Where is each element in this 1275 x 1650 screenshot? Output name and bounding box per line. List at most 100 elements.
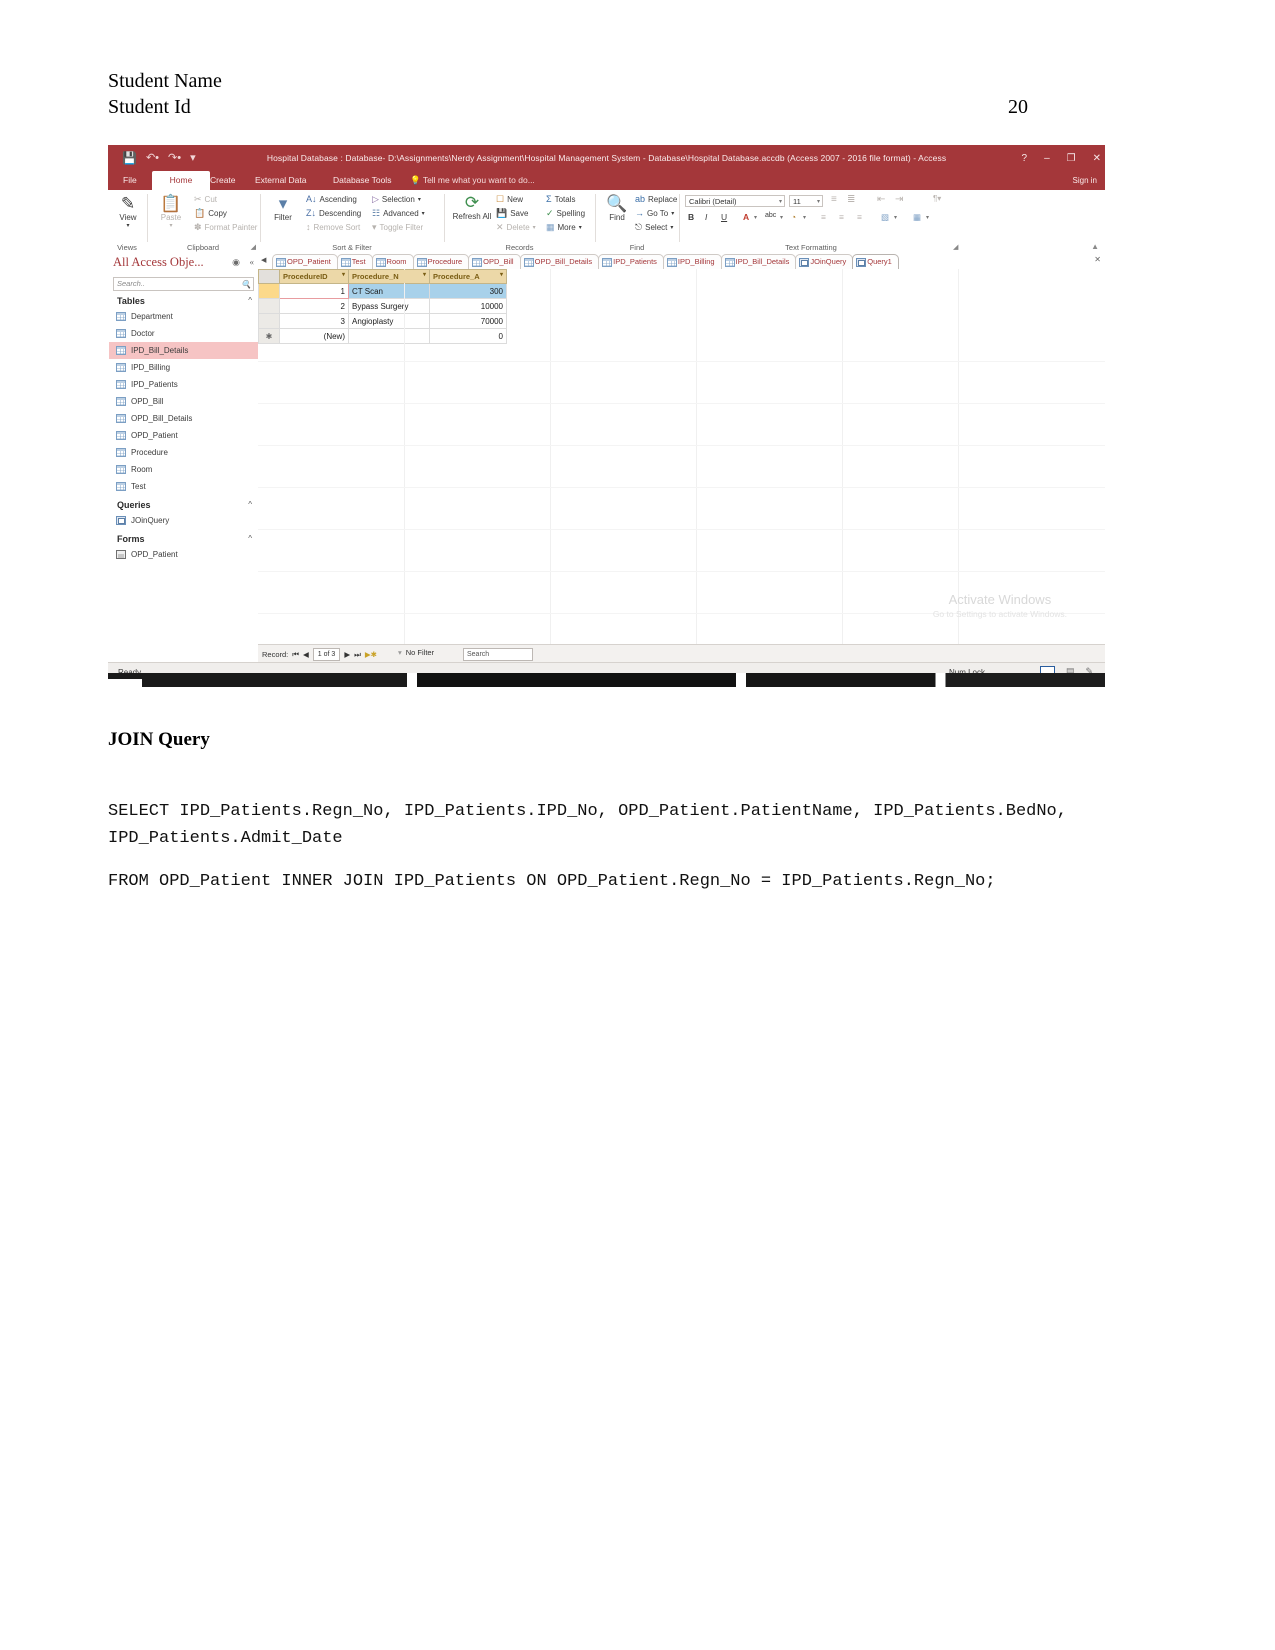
spelling-button[interactable]: ✓ Spelling [546,209,585,219]
doc-tab-room[interactable]: Room [371,254,414,269]
nav-group-tables[interactable]: Tables ^ [109,294,258,308]
nav-item-ipd-billing[interactable]: IPD_Billing [109,359,258,376]
remove-sort-button[interactable]: ↕ Remove Sort [306,223,360,233]
paste-button[interactable]: 📋 Paste ▾ [154,194,188,229]
last-record-button[interactable]: ⏭ [354,650,361,660]
font-name-combobox[interactable]: Calibri (Detail) ▾ [685,195,785,207]
text-highlight-button[interactable]: abc [765,212,776,219]
restore-button[interactable]: ❐ [1067,153,1076,164]
ascending-button[interactable]: A↓ Ascending [306,195,357,205]
save-record-button[interactable]: 💾 Save [496,209,528,219]
toggle-filter-button[interactable]: ▾ Toggle Filter [372,223,423,233]
clipboard-dialog-launcher[interactable]: ◢ [251,243,256,251]
view-button[interactable]: ✎ View ▾ [111,194,145,229]
document-tabs[interactable]: OPD_Patient Test Room Procedure OPD_Bill [272,254,1091,269]
nav-item-joinquery[interactable]: JOinQuery [109,512,258,529]
more-dropdown-icon[interactable]: ▾ [579,224,582,231]
chevron-down-icon[interactable]: ▾ [500,271,503,278]
tab-file[interactable]: File [116,171,144,190]
datasheet-search[interactable]: Search [463,648,533,661]
font-name-dropdown-icon[interactable]: ▾ [779,196,782,208]
tell-me-box[interactable]: 💡 Tell me what you want to do... [403,171,542,190]
window-controls[interactable]: ? – ❐ ✕ [1022,145,1101,171]
replace-button[interactable]: ab Replace [635,195,677,205]
find-button[interactable]: 🔍 Find [600,194,634,222]
close-button[interactable]: ✕ [1093,153,1101,164]
new-record-nav-button[interactable]: ▶✱ [365,650,377,659]
decrease-indent-button[interactable]: ⇤ [877,194,885,205]
align-left-button[interactable]: ≡ [821,212,826,222]
text-highlight-dropdown-icon[interactable]: ▾ [780,214,783,221]
nav-item-opd-bill[interactable]: OPD_Bill [109,393,258,410]
bullet-list-button[interactable]: ≡ [831,194,837,205]
bold-button[interactable]: B [688,212,694,222]
nav-item-ipd-patients[interactable]: IPD_Patients [109,376,258,393]
doc-tab-ipd-billing[interactable]: IPD_Billing [662,254,722,269]
nav-item-test[interactable]: Test [109,478,258,495]
font-color-dropdown-icon[interactable]: ▾ [754,214,757,221]
totals-button[interactable]: Σ Totals [546,195,575,205]
column-header-procedure-amount[interactable]: Procedure_A ▾ [429,269,507,284]
go-to-dropdown-icon[interactable]: ▾ [671,210,674,217]
doc-tab-joinquery[interactable]: JOinQuery [795,254,854,269]
first-record-button[interactable]: ⏮ [292,650,299,660]
tab-home[interactable]: Home [152,171,210,190]
nav-item-opd-patient[interactable]: OPD_Patient [109,427,258,444]
increase-indent-button[interactable]: ⇥ [895,194,903,205]
tab-create[interactable]: Create [203,171,243,190]
nav-item-form-opd-patient[interactable]: OPD_Patient [109,546,258,563]
tab-scroll-left-icon[interactable]: ◀ [261,256,266,264]
chevron-up-icon[interactable]: ^ [248,294,252,308]
collapse-ribbon-icon[interactable]: ▲ [1091,242,1099,251]
chevron-up-icon[interactable]: ^ [248,532,252,546]
column-header-procedure-name[interactable]: Procedure_N ▾ [348,269,430,284]
nav-group-forms[interactable]: Forms ^ [109,532,258,546]
nav-item-opd-bill-details[interactable]: OPD_Bill_Details [109,410,258,427]
navigation-pane-header[interactable]: All Access Obje... ◉ « [109,253,258,275]
select-all-corner[interactable] [258,269,280,284]
datasheet-formatting-dropdown-icon[interactable]: ▾ [894,214,897,221]
paste-dropdown-icon[interactable]: ▾ [154,222,188,229]
ribbon-tab-bar[interactable]: File Home Create External Data Database … [108,171,1105,190]
descending-button[interactable]: Z↓ Descending [306,209,361,219]
nav-item-doctor[interactable]: Doctor [109,325,258,342]
chevron-down-icon[interactable]: ▾ [342,271,345,278]
underline-button[interactable]: U [721,212,727,222]
rtl-direction-button[interactable]: ¶▾ [933,194,941,203]
nav-item-room[interactable]: Room [109,461,258,478]
filter-status[interactable]: ▾ No Filter [398,648,434,657]
align-center-button[interactable]: ≡ [839,212,844,222]
go-to-button[interactable]: → Go To ▾ [635,209,674,219]
selection-button[interactable]: ▷ Selection ▾ [372,195,421,205]
background-color-dropdown-icon[interactable]: ▾ [803,214,806,221]
italic-button[interactable]: I [705,212,707,222]
column-header-procedure-id[interactable]: ProcedureID ▾ [279,269,349,284]
doc-tab-procedure[interactable]: Procedure [412,254,470,269]
search-input[interactable]: Search [463,648,533,661]
advanced-dropdown-icon[interactable]: ▾ [422,210,425,217]
gridlines-button[interactable]: ▦ [913,212,921,223]
view-dropdown-icon[interactable]: ▾ [111,222,145,229]
font-color-button[interactable]: A [743,212,749,222]
more-button[interactable]: ▦ More ▾ [546,223,582,233]
select-button[interactable]: ⎋ Select ▾ [635,223,673,233]
nav-group-queries[interactable]: Queries ^ [109,498,258,512]
record-position-box[interactable]: 1 of 3 [312,648,341,661]
navigation-search-box[interactable]: Search.. 🔍 [113,277,254,291]
tab-database-tools[interactable]: Database Tools [326,171,398,190]
numbered-list-button[interactable]: ≣ [847,194,855,205]
nav-item-ipd-bill-details[interactable]: IPD_Bill_Details [109,342,258,359]
help-icon[interactable]: ? [1022,153,1028,164]
minimize-button[interactable]: – [1044,153,1050,164]
shutter-bar-collapse-icon[interactable]: « [250,257,255,267]
record-nav-left[interactable]: Record: ⏮ ◀ 1 of 3 ▶ ⏭ ▶✱ [262,648,377,661]
text-formatting-dialog-launcher[interactable]: ◢ [953,243,958,251]
delete-record-button[interactable]: ✕ Delete ▾ [496,223,536,233]
copy-button[interactable]: 📋 Copy [194,209,227,219]
filter-button[interactable]: ▾ Filter [266,194,300,222]
advanced-button[interactable]: ☷ Advanced ▾ [372,209,425,219]
font-size-combobox[interactable]: 11 ▾ [789,195,823,207]
cut-button[interactable]: ✂ Cut [194,195,217,205]
doc-tab-query1[interactable]: Query1 [852,254,899,269]
close-object-icon[interactable]: ✕ [1094,255,1101,264]
